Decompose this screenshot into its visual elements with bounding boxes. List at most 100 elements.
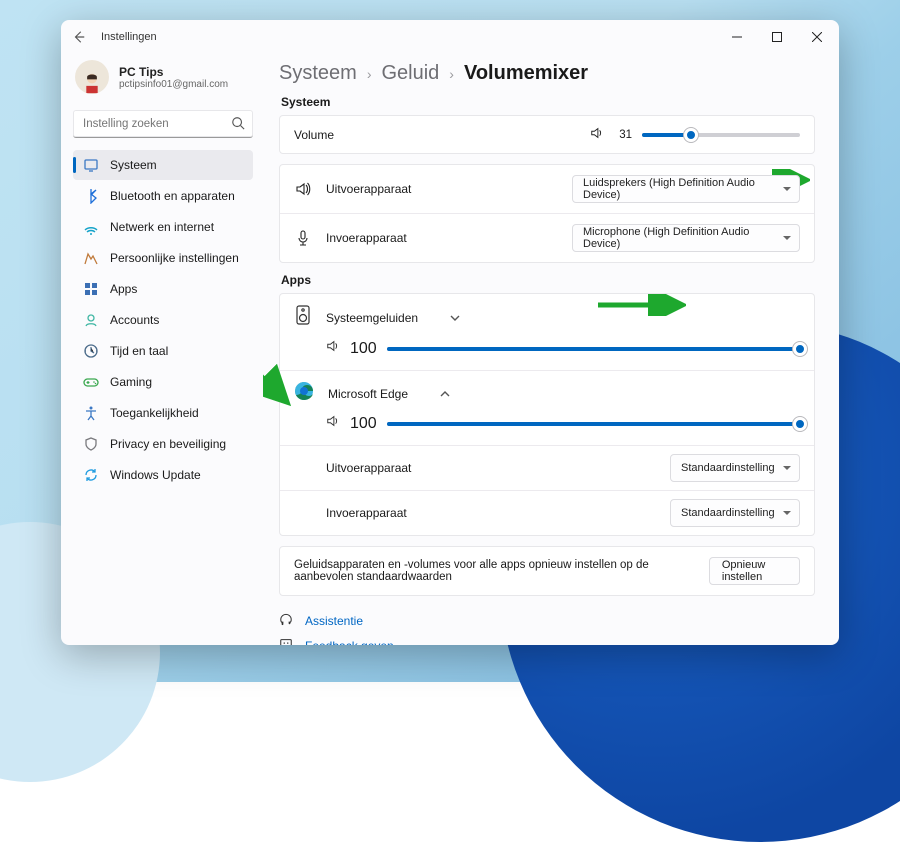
close-button[interactable]	[797, 23, 837, 51]
nav-item-netwerk[interactable]: Netwerk en internet	[73, 212, 253, 242]
section-system-label: Systeem	[281, 95, 815, 109]
nav-item-tijd[interactable]: Tijd en taal	[73, 336, 253, 366]
app-input-select[interactable]: Standaardinstelling	[670, 499, 800, 527]
app-input-row: Invoerapparaat Standaardinstelling	[280, 490, 814, 535]
update-icon	[83, 467, 99, 483]
input-label: Invoerapparaat	[326, 231, 407, 245]
search-box[interactable]	[73, 110, 253, 138]
app-volume-value: 100	[350, 340, 377, 358]
profile-name: PC Tips	[119, 65, 228, 79]
apps-card: Systeemgeluiden100Microsoft Edge100Uitvo…	[279, 293, 815, 536]
reset-button[interactable]: Opnieuw instellen	[709, 557, 800, 585]
nav-label: Tijd en taal	[110, 344, 168, 358]
nav-label: Persoonlijke instellingen	[110, 251, 239, 265]
netwerk-icon	[83, 219, 99, 235]
systeem-icon	[83, 157, 99, 173]
chevron-right-icon: ›	[449, 66, 454, 82]
output-device-select[interactable]: Luidsprekers (High Definition Audio Devi…	[572, 175, 800, 203]
apps-icon	[83, 281, 99, 297]
nav-item-apps[interactable]: Apps	[73, 274, 253, 304]
nav-label: Systeem	[110, 158, 157, 172]
crumb-system[interactable]: Systeem	[279, 62, 357, 85]
feedback-icon	[279, 637, 295, 645]
feedback-link[interactable]: Feedback geven	[279, 637, 815, 645]
bluetooth-icon	[83, 188, 99, 204]
volume-value: 31	[614, 129, 632, 141]
app-output-label: Uitvoerapparaat	[326, 461, 411, 475]
section-apps-label: Apps	[281, 273, 815, 287]
nav-label: Netwerk en internet	[110, 220, 214, 234]
app-name: Microsoft Edge	[328, 387, 408, 401]
arrow-left-icon	[72, 30, 86, 44]
crumb-sound[interactable]: Geluid	[381, 62, 439, 85]
nav-label: Privacy en beveiliging	[110, 437, 226, 451]
nav-item-accounts[interactable]: Accounts	[73, 305, 253, 335]
volume-label: Volume	[294, 128, 334, 142]
back-button[interactable]	[69, 27, 89, 47]
chevron-right-icon: ›	[367, 66, 372, 82]
nav-item-privacy[interactable]: Privacy en beveiliging	[73, 429, 253, 459]
input-device-row: Invoerapparaat Microphone (High Definiti…	[280, 213, 814, 262]
breadcrumb: Systeem › Geluid › Volumemixer	[279, 62, 815, 85]
nav-item-gaming[interactable]: Gaming	[73, 367, 253, 397]
chevron-up-icon[interactable]	[436, 388, 454, 400]
avatar	[75, 60, 109, 94]
nav-item-update[interactable]: Windows Update	[73, 460, 253, 490]
sidebar: PC Tips pctipsinfo01@gmail.com Systeem Bl…	[61, 54, 263, 645]
crumb-current: Volumemixer	[464, 62, 588, 85]
accounts-icon	[83, 312, 99, 328]
nav-list: Systeem Bluetooth en apparaten Netwerk en …	[73, 150, 253, 490]
reset-text: Geluidsapparaten en -volumes voor alle a…	[294, 559, 681, 583]
toegang-icon	[83, 405, 99, 421]
window-title: Instellingen	[101, 31, 157, 43]
gaming-icon	[83, 374, 99, 390]
volume-slider[interactable]	[642, 133, 800, 137]
system-devices-card: Uitvoerapparaat Luidsprekers (High Defin…	[279, 164, 815, 263]
nav-item-bluetooth[interactable]: Bluetooth en apparaten	[73, 181, 253, 211]
footer-links: Assistentie Feedback geven	[279, 612, 815, 645]
nav-item-toegang[interactable]: Toegankelijkheid	[73, 398, 253, 428]
minimize-icon	[732, 32, 742, 42]
search-input[interactable]	[73, 110, 253, 138]
app-output-select[interactable]: Standaardinstelling	[670, 454, 800, 482]
speaker-icon[interactable]	[326, 414, 340, 433]
profile-block[interactable]: PC Tips pctipsinfo01@gmail.com	[73, 58, 253, 102]
nav-label: Windows Update	[110, 468, 201, 482]
persoon-icon	[83, 250, 99, 266]
microphone-icon	[294, 230, 312, 246]
app-block: Systeemgeluiden 100	[280, 294, 814, 370]
output-device-row: Uitvoerapparaat Luidsprekers (High Defin…	[280, 165, 814, 213]
speaker-icon[interactable]	[590, 126, 604, 143]
nav-item-systeem[interactable]: Systeem	[73, 150, 253, 180]
search-icon	[231, 116, 245, 133]
nav-label: Gaming	[110, 375, 152, 389]
system-volume-card: Volume 31	[279, 115, 815, 154]
speaker-icon	[294, 181, 312, 197]
privacy-icon	[83, 436, 99, 452]
chevron-down-icon[interactable]	[446, 312, 464, 324]
maximize-icon	[772, 32, 782, 42]
assist-link[interactable]: Assistentie	[279, 612, 815, 629]
input-device-select[interactable]: Microphone (High Definition Audio Device…	[572, 224, 800, 252]
tijd-icon	[83, 343, 99, 359]
help-icon	[279, 612, 295, 629]
titlebar: Instellingen	[61, 20, 839, 54]
app-block: Microsoft Edge100	[280, 370, 814, 445]
profile-email: pctipsinfo01@gmail.com	[119, 79, 228, 90]
speaker-icon[interactable]	[326, 339, 340, 358]
maximize-button[interactable]	[757, 23, 797, 51]
app-volume-slider[interactable]	[387, 347, 800, 351]
nav-item-persoon[interactable]: Persoonlijke instellingen	[73, 243, 253, 273]
minimize-button[interactable]	[717, 23, 757, 51]
app-input-label: Invoerapparaat	[326, 506, 407, 520]
nav-label: Toegankelijkheid	[110, 406, 199, 420]
nav-label: Accounts	[110, 313, 159, 327]
app-volume-slider[interactable]	[387, 422, 800, 426]
app-icon	[294, 304, 312, 331]
app-name: Systeemgeluiden	[326, 311, 418, 325]
nav-label: Bluetooth en apparaten	[110, 189, 235, 203]
app-icon	[294, 381, 314, 406]
reset-card: Geluidsapparaten en -volumes voor alle a…	[279, 546, 815, 596]
app-output-row: Uitvoerapparaat Standaardinstelling	[280, 445, 814, 490]
nav-label: Apps	[110, 282, 137, 296]
